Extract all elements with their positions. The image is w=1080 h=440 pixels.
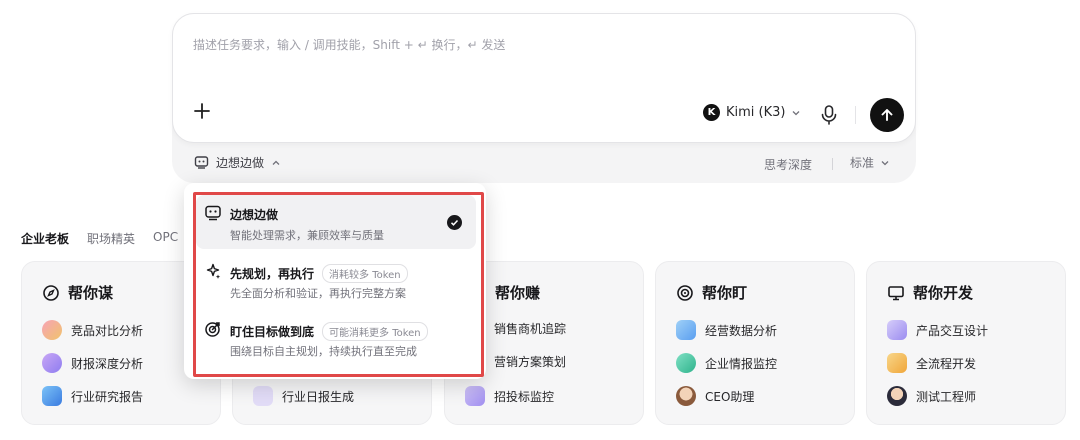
monitor-icon <box>888 285 904 300</box>
daily-report-icon <box>253 386 273 406</box>
option-title: 边想边做 <box>230 206 278 223</box>
test-engineer-avatar <box>887 386 907 406</box>
industry-report-icon <box>42 386 62 406</box>
card-title: 帮你盯 <box>676 282 747 303</box>
depth-value: 标准 <box>850 156 875 170</box>
composer-panel: 描述任务要求，输入 / 调用技能，Shift + ↵ 换行，↵ 发送 K Kim… <box>172 13 916 183</box>
option-plan-then-execute[interactable]: 先规划，再执行 消耗较多 Token 先全面分析和验证，再执行完整方案 <box>196 253 476 307</box>
thinking-depth-selector[interactable]: 标准 <box>850 154 890 171</box>
depth-divider <box>832 158 833 170</box>
card-item-label: 竞品对比分析 <box>71 323 144 338</box>
card-item-label: 测试工程师 <box>916 389 977 404</box>
goal-target-icon <box>205 322 220 337</box>
check-icon <box>447 215 462 230</box>
tab-opc[interactable]: OPC <box>153 230 178 247</box>
card-item[interactable]: 竞品对比分析 <box>42 320 143 340</box>
ceo-assistant-avatar <box>676 386 696 406</box>
full-dev-icon <box>887 353 907 373</box>
card-item[interactable]: 企业情报监控 <box>676 353 777 373</box>
option-title-text: 先规划，再执行 <box>230 267 315 281</box>
card-item-label: 企业情报监控 <box>705 356 778 371</box>
card-develop: 帮你开发 产品交互设计 全流程开发 测试工程师 <box>866 261 1066 425</box>
card-item[interactable]: 招投标监控 <box>465 386 554 406</box>
card-item-label: 招投标监控 <box>494 389 555 404</box>
card-item-label: 产品交互设计 <box>916 323 989 338</box>
chevron-down-icon <box>881 160 889 165</box>
card-item-label: 财报深度分析 <box>71 356 144 371</box>
token-cost-tag: 可能消耗更多 Token <box>322 322 428 341</box>
card-item-label: 全流程开发 <box>916 356 977 371</box>
card-item-label: 经营数据分析 <box>705 323 778 338</box>
robot-icon <box>205 205 221 221</box>
card-item[interactable]: 行业研究报告 <box>42 386 143 406</box>
microphone-icon[interactable] <box>819 104 839 126</box>
prompt-input[interactable]: 描述任务要求，输入 / 调用技能，Shift + ↵ 换行，↵ 发送 <box>193 36 505 53</box>
card-item-label: 营销方案策划 <box>494 355 567 369</box>
send-button[interactable] <box>870 98 904 132</box>
card-title-text: 帮你开发 <box>913 284 974 302</box>
option-title-text: 边想边做 <box>230 208 279 222</box>
card-item-label: 行业日报生成 <box>282 389 355 404</box>
mode-dropdown: 边想边做 智能处理需求，兼顾效率与质量 先规划，再执行 消耗较多 Token 先… <box>184 183 486 379</box>
card-item[interactable]: 财报深度分析 <box>42 353 143 373</box>
card-item-label: 销售商机追踪 <box>494 322 567 336</box>
app-root: 描述任务要求，输入 / 调用技能，Shift + ↵ 换行，↵ 发送 K Kim… <box>0 0 1080 440</box>
toolbar-divider <box>855 106 856 124</box>
mode-label: 边想边做 <box>216 156 265 170</box>
card-title-text: 帮你盯 <box>702 284 748 302</box>
card-item-label: 行业研究报告 <box>71 389 144 404</box>
competitor-analysis-icon <box>42 320 62 340</box>
plus-icon[interactable] <box>191 100 213 122</box>
target-icon <box>677 284 693 301</box>
card-item[interactable]: 全流程开发 <box>887 353 976 373</box>
card-title-text: 帮你谋 <box>68 284 114 302</box>
card-item[interactable]: CEO助理 <box>676 386 754 406</box>
intel-monitor-icon <box>676 353 696 373</box>
card-item-label: CEO助理 <box>705 389 755 404</box>
compass-icon <box>43 284 59 301</box>
card-item[interactable]: 经营数据分析 <box>676 320 777 340</box>
card-item[interactable]: 产品交互设计 <box>887 320 988 340</box>
option-desc: 先全面分析和验证，再执行完整方案 <box>230 287 406 300</box>
product-design-icon <box>887 320 907 340</box>
arrow-up-icon <box>881 109 893 121</box>
card-watch: 帮你盯 经营数据分析 企业情报监控 CEO助理 <box>655 261 855 425</box>
card-title-text: 帮你赚 <box>495 284 541 302</box>
tab-enterprise-boss[interactable]: 企业老板 <box>21 230 69 247</box>
bidding-monitor-icon <box>465 386 485 406</box>
option-title: 先规划，再执行 消耗较多 Token <box>230 264 408 283</box>
kimi-logo-icon: K <box>703 104 720 121</box>
model-selector[interactable]: K Kimi (K3) <box>703 104 801 121</box>
option-think-while-doing[interactable]: 边想边做 智能处理需求，兼顾效率与质量 <box>196 195 476 249</box>
option-title-text: 盯住目标做到底 <box>230 325 315 339</box>
card-title: 帮你谋 <box>42 282 113 303</box>
option-desc: 智能处理需求，兼顾效率与质量 <box>230 229 384 242</box>
token-cost-tag: 消耗较多 Token <box>322 264 408 283</box>
option-desc: 围绕目标自主规划，持续执行直至完成 <box>230 345 417 358</box>
card-title: 帮你赚 <box>495 282 540 303</box>
model-label: Kimi (K3) <box>726 105 786 120</box>
thinking-depth-label: 思考深度 <box>764 158 813 172</box>
business-data-icon <box>676 320 696 340</box>
sparkle-icon <box>206 263 221 279</box>
composer-input-box[interactable]: 描述任务要求，输入 / 调用技能，Shift + ↵ 换行，↵ 发送 K Kim… <box>172 13 916 143</box>
chevron-up-icon <box>272 160 280 165</box>
card-title: 帮你开发 <box>887 282 973 303</box>
option-title: 盯住目标做到底 可能消耗更多 Token <box>230 322 428 341</box>
role-tabs: 企业老板 职场精英 OPC <box>21 230 178 247</box>
mode-toggle[interactable]: 边想边做 <box>194 154 281 171</box>
financial-report-icon <box>42 353 62 373</box>
tab-professional[interactable]: 职场精英 <box>87 230 135 247</box>
card-item[interactable]: 测试工程师 <box>887 386 976 406</box>
card-item[interactable]: 行业日报生成 <box>253 386 354 406</box>
chevron-down-icon <box>793 110 800 115</box>
robot-icon <box>194 156 209 169</box>
option-pursue-goal[interactable]: 盯住目标做到底 可能消耗更多 Token 围绕目标自主规划，持续执行直至完成 <box>196 311 476 365</box>
